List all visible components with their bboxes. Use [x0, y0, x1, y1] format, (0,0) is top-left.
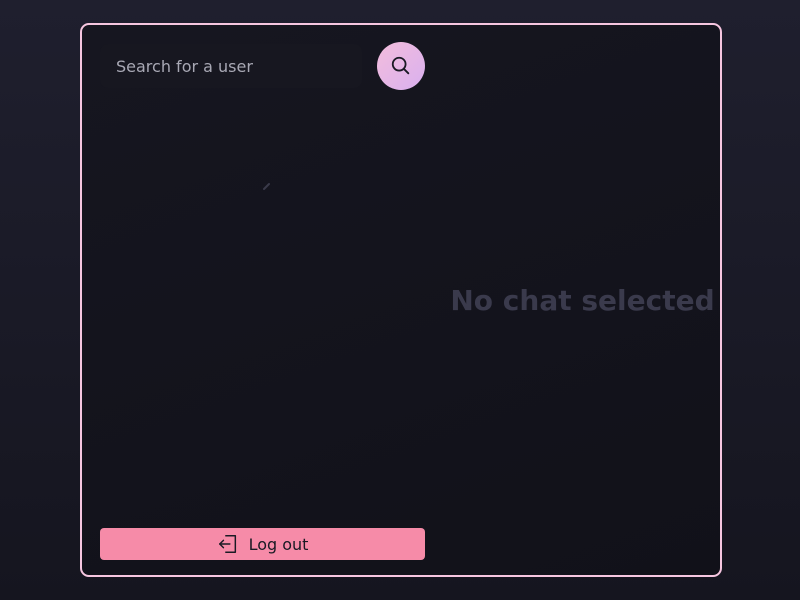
chat-panel: No chat selected	[425, 25, 720, 575]
app-frame: Log out No chat selected	[80, 23, 722, 577]
loading-spinner-icon	[263, 183, 270, 190]
logout-icon	[218, 535, 236, 553]
search-icon	[391, 56, 410, 75]
logout-label: Log out	[248, 534, 309, 554]
search-input[interactable]	[100, 44, 362, 88]
sidebar: Log out	[100, 42, 425, 560]
search-row	[100, 42, 425, 90]
logout-button[interactable]: Log out	[100, 528, 425, 560]
search-button[interactable]	[377, 42, 425, 90]
empty-state-title: No chat selected	[450, 283, 715, 317]
